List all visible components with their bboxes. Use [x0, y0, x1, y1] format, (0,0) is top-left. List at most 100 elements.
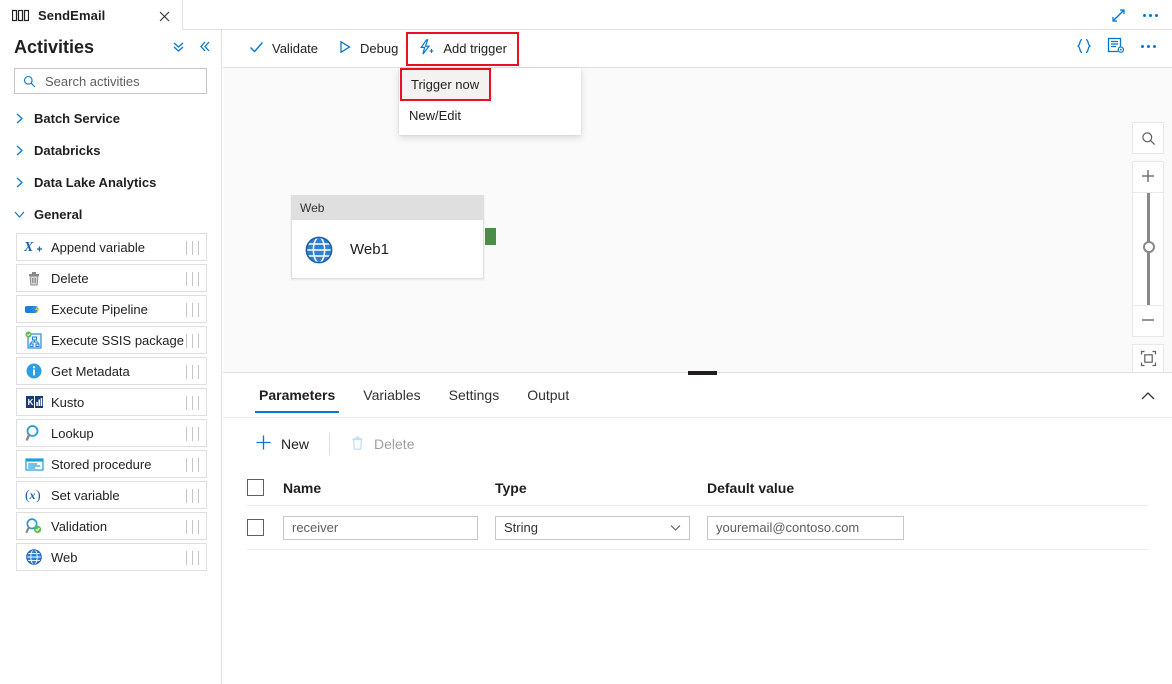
- validation-icon: [24, 516, 44, 536]
- row-checkbox[interactable]: [247, 519, 264, 536]
- activity-item-get-metadata[interactable]: Get Metadata: [16, 357, 207, 385]
- menu-item-label: New/Edit: [409, 108, 462, 123]
- node-name-label: Web1: [350, 241, 389, 258]
- search-icon: [23, 75, 36, 88]
- properties-gear-icon[interactable]: [1102, 34, 1130, 58]
- tab-parameters[interactable]: Parameters: [247, 373, 347, 417]
- add-trigger-button[interactable]: Add trigger: [406, 31, 519, 66]
- activity-item-append-variable[interactable]: X Append variable: [16, 233, 207, 261]
- fit-to-screen-button[interactable]: [1132, 344, 1164, 372]
- zoom-in-button[interactable]: [1132, 161, 1164, 193]
- drag-handle-icon[interactable]: [186, 241, 199, 255]
- activity-node-web1[interactable]: Web Web1: [291, 195, 484, 279]
- validate-button[interactable]: Validate: [239, 34, 328, 64]
- trash-icon: [350, 435, 365, 454]
- drag-handle-icon[interactable]: [186, 272, 199, 286]
- parameters-table: Name Type Default value receiver String: [223, 470, 1172, 550]
- drag-handle-icon[interactable]: [186, 303, 199, 317]
- get-metadata-info-icon: [24, 361, 44, 381]
- drag-handle-icon[interactable]: [186, 334, 199, 348]
- node-output-port[interactable]: [485, 228, 496, 245]
- parameter-default-value: youremail@contoso.com: [716, 520, 860, 535]
- group-data-lake-analytics[interactable]: Data Lake Analytics: [0, 166, 221, 198]
- search-input[interactable]: [43, 70, 193, 92]
- search-activities-box[interactable]: [14, 68, 207, 94]
- activity-item-lookup[interactable]: Lookup: [16, 419, 207, 447]
- double-chevron-down-icon[interactable]: [169, 37, 187, 55]
- drag-handle-icon[interactable]: [186, 458, 199, 472]
- tab-output[interactable]: Output: [515, 373, 581, 417]
- drag-handle-icon[interactable]: [186, 520, 199, 534]
- chevron-right-icon: [14, 145, 30, 156]
- activity-item-execute-pipeline[interactable]: Execute Pipeline: [16, 295, 207, 323]
- fit-to-screen-icon: [1140, 350, 1157, 370]
- activity-item-stored-procedure[interactable]: Stored procedure: [16, 450, 207, 478]
- drag-handle-icon[interactable]: [186, 396, 199, 410]
- web-globe-icon: [304, 235, 334, 265]
- activity-item-validation[interactable]: Validation: [16, 512, 207, 540]
- parameter-default-value-input[interactable]: youremail@contoso.com: [707, 515, 904, 540]
- drag-handle-icon[interactable]: [186, 551, 199, 565]
- parameter-name-input[interactable]: receiver: [283, 515, 478, 540]
- panel-resize-handle[interactable]: [688, 371, 717, 375]
- chevron-right-icon: [14, 177, 30, 188]
- drag-handle-icon[interactable]: [186, 365, 199, 379]
- lightning-bolt-plus-icon: [418, 39, 435, 58]
- parameter-type-select[interactable]: String: [495, 515, 690, 540]
- titlebar-actions: [1104, 0, 1164, 30]
- tab-variables[interactable]: Variables: [351, 373, 432, 417]
- node-type-label: Web: [300, 201, 325, 215]
- validate-label: Validate: [272, 41, 319, 56]
- pipeline-icon: [12, 9, 29, 22]
- activity-item-set-variable[interactable]: ( x ) Set variable: [16, 481, 207, 509]
- double-chevron-left-icon[interactable]: [195, 37, 213, 55]
- delete-parameter-button[interactable]: Delete: [342, 430, 422, 459]
- tab-label: Variables: [363, 387, 421, 403]
- tab-settings[interactable]: Settings: [437, 373, 512, 417]
- group-label: General: [34, 206, 83, 222]
- menu-item-new-edit[interactable]: New/Edit: [399, 100, 581, 131]
- menu-item-label: Trigger now: [411, 77, 480, 92]
- code-braces-icon[interactable]: [1070, 34, 1098, 58]
- zoom-slider-thumb[interactable]: [1143, 241, 1155, 253]
- plus-icon: [1140, 168, 1156, 187]
- zoom-out-button[interactable]: [1132, 305, 1164, 337]
- group-label: Batch Service: [34, 110, 120, 126]
- zoom-search-icon[interactable]: [1132, 122, 1164, 154]
- zoom-slider[interactable]: [1132, 193, 1164, 305]
- activity-item-execute-ssis-package[interactable]: Execute SSIS package: [16, 326, 207, 354]
- append-variable-icon: X: [24, 237, 44, 257]
- group-databricks[interactable]: Databricks: [0, 134, 221, 166]
- column-header-default-value: Default value: [707, 479, 795, 496]
- new-parameter-button[interactable]: New: [247, 429, 317, 459]
- pipeline-canvas[interactable]: Web Web1: [223, 68, 1172, 372]
- more-actions-icon[interactable]: [1136, 3, 1164, 27]
- chevron-up-icon[interactable]: [1138, 386, 1158, 406]
- chevron-down-icon: [14, 209, 30, 220]
- cell-default-value: youremail@contoso.com: [707, 515, 967, 540]
- menu-item-trigger-now[interactable]: Trigger now: [400, 68, 491, 101]
- expand-icon[interactable]: [1104, 3, 1132, 27]
- activity-label: Lookup: [51, 425, 94, 441]
- canvas-zoom-controls: [1132, 122, 1164, 372]
- activity-item-web[interactable]: Web: [16, 543, 207, 571]
- table-header-row: Name Type Default value: [247, 470, 1148, 506]
- activity-item-kusto[interactable]: K Kusto: [16, 388, 207, 416]
- table-row: receiver String youremail@contoso.com: [247, 506, 1148, 550]
- checkmark-icon: [249, 40, 264, 57]
- activity-label: Append variable: [51, 239, 145, 255]
- activity-label: Kusto: [51, 394, 85, 410]
- cell-name: receiver: [283, 515, 495, 540]
- drag-handle-icon[interactable]: [186, 489, 199, 503]
- activity-item-delete[interactable]: Delete: [16, 264, 207, 292]
- chevron-down-icon: [670, 520, 681, 535]
- debug-button[interactable]: Debug: [328, 34, 408, 64]
- group-general[interactable]: General: [0, 198, 221, 230]
- activity-label: Web: [51, 549, 78, 565]
- group-batch-service[interactable]: Batch Service: [0, 102, 221, 134]
- pipeline-tab-label: SendEmail: [38, 7, 106, 23]
- close-icon[interactable]: [155, 7, 173, 25]
- drag-handle-icon[interactable]: [186, 427, 199, 441]
- select-all-checkbox[interactable]: [247, 479, 264, 496]
- more-actions-icon[interactable]: [1134, 34, 1162, 58]
